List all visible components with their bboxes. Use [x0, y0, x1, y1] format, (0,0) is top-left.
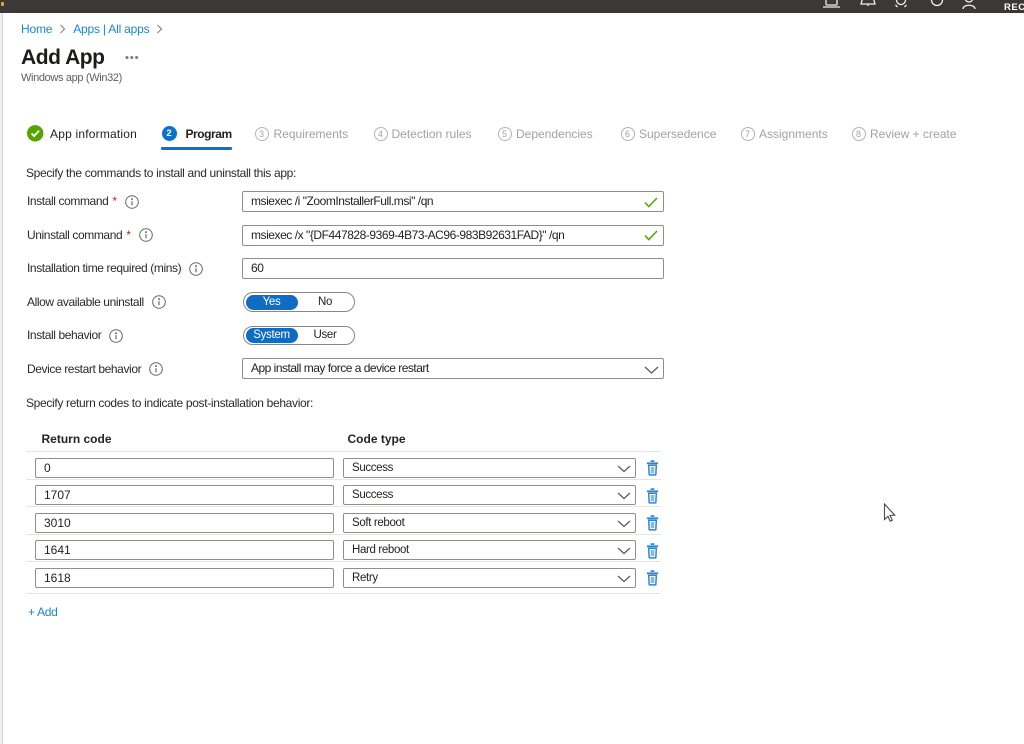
svg-text:RECAL: RECAL [1004, 2, 1024, 13]
